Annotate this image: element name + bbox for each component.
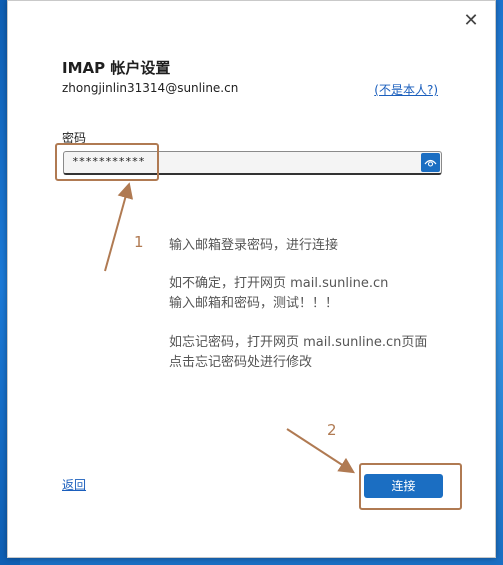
arrow-to-connect [286, 428, 356, 474]
imap-settings-dialog: ✕ IMAP 帐户设置 zhongjinlin31314@sunline.cn … [7, 0, 496, 558]
annotation-arrows [104, 182, 356, 474]
arrow-to-password [104, 182, 134, 272]
